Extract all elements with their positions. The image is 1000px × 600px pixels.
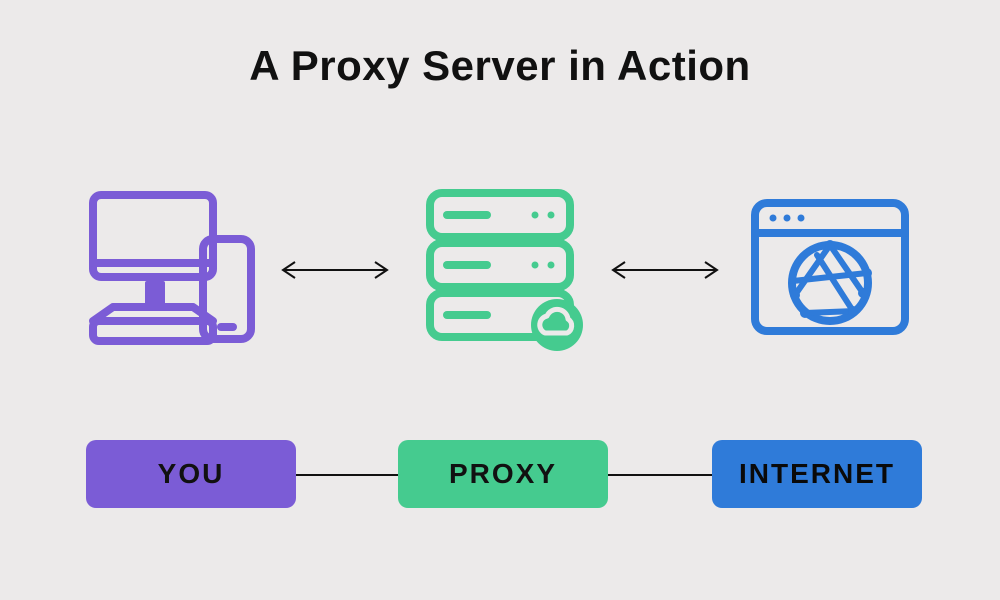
cloud-icon (531, 299, 583, 351)
double-arrow-icon (605, 255, 725, 285)
you-label-box: YOU (86, 440, 296, 508)
proxy-icon-cell (395, 185, 605, 355)
you-icon-cell (65, 185, 275, 355)
browser-globe-icon (735, 185, 925, 355)
connector-proxy-internet (604, 474, 716, 476)
connector-you-proxy (290, 474, 402, 476)
arrow-proxy-internet (605, 255, 725, 285)
internet-icon-cell (725, 185, 935, 355)
icons-row (0, 185, 1000, 355)
internet-label-box: INTERNET (712, 440, 922, 508)
diagram-canvas: A Proxy Server in Action (0, 0, 1000, 600)
double-arrow-icon (275, 255, 395, 285)
desktop-and-phone-icon (75, 185, 265, 355)
arrow-you-proxy (275, 255, 395, 285)
server-icon (405, 185, 595, 355)
proxy-label-box: PROXY (398, 440, 608, 508)
diagram-title: A Proxy Server in Action (0, 42, 1000, 90)
labels-row: YOU PROXY INTERNET (0, 440, 1000, 510)
